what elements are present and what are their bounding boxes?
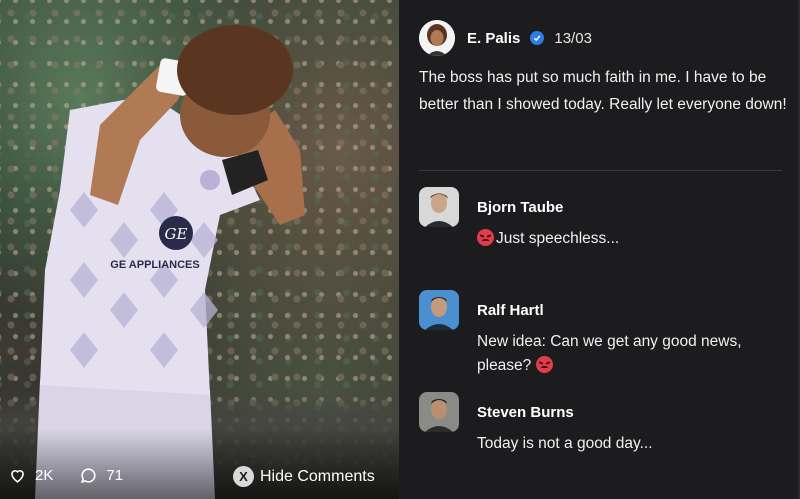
player-figure: GE GE APPLIANCES bbox=[35, 25, 305, 499]
post-media-image: GE GE APPLIANCES 2K 71 X Hide Comments bbox=[0, 0, 399, 499]
hide-comments-label: Hide Comments bbox=[260, 467, 375, 485]
comment-text: Just speechless... bbox=[477, 227, 777, 251]
post-date: 13/03 bbox=[554, 29, 592, 47]
post-header: E. Palis 13/03 bbox=[419, 20, 592, 56]
comments-stat[interactable]: 71 bbox=[79, 466, 123, 485]
comment-text: Today is not a good day... bbox=[477, 435, 653, 452]
svg-text:GE: GE bbox=[165, 225, 188, 243]
likes-stat[interactable]: 2K bbox=[8, 466, 53, 485]
heart-icon bbox=[11, 470, 24, 483]
x-button-icon: X bbox=[233, 466, 254, 487]
comment-text: New idea: Can we get any good news, plea… bbox=[477, 333, 742, 374]
author-avatar[interactable] bbox=[419, 20, 455, 56]
sponsor-text: GE APPLIANCES bbox=[110, 259, 199, 271]
angry-face-icon bbox=[477, 229, 494, 246]
commenter-avatar[interactable] bbox=[419, 392, 459, 432]
angry-face-icon bbox=[535, 356, 553, 373]
commenter-avatar[interactable] bbox=[419, 187, 459, 227]
divider bbox=[419, 170, 782, 171]
comment-item: Bjorn Taube Just speechless... bbox=[419, 187, 777, 251]
speech-bubble-icon bbox=[81, 468, 96, 483]
commenter-avatar[interactable] bbox=[419, 290, 459, 330]
comment-item: Steven Burns Today is not a good day... bbox=[419, 392, 777, 456]
commenter-name[interactable]: Steven Burns bbox=[477, 404, 777, 421]
likes-count: 2K bbox=[35, 467, 54, 484]
comments-count: 71 bbox=[106, 467, 124, 484]
comments-panel: E. Palis 13/03 The boss has put so much … bbox=[399, 0, 800, 499]
hide-comments-button[interactable]: X Hide Comments bbox=[233, 466, 375, 487]
media-bottom-shade bbox=[0, 429, 399, 499]
commenter-name[interactable]: Bjorn Taube bbox=[477, 199, 777, 216]
commenter-name[interactable]: Ralf Hartl bbox=[477, 302, 777, 319]
author-name[interactable]: E. Palis bbox=[467, 30, 520, 47]
verified-badge-icon bbox=[530, 31, 545, 45]
post-text: The boss has put so much faith in me. I … bbox=[419, 69, 787, 113]
comment-item: Ralf Hartl New idea: Can we get any good… bbox=[419, 290, 777, 378]
post-stats: 2K 71 bbox=[8, 466, 123, 485]
